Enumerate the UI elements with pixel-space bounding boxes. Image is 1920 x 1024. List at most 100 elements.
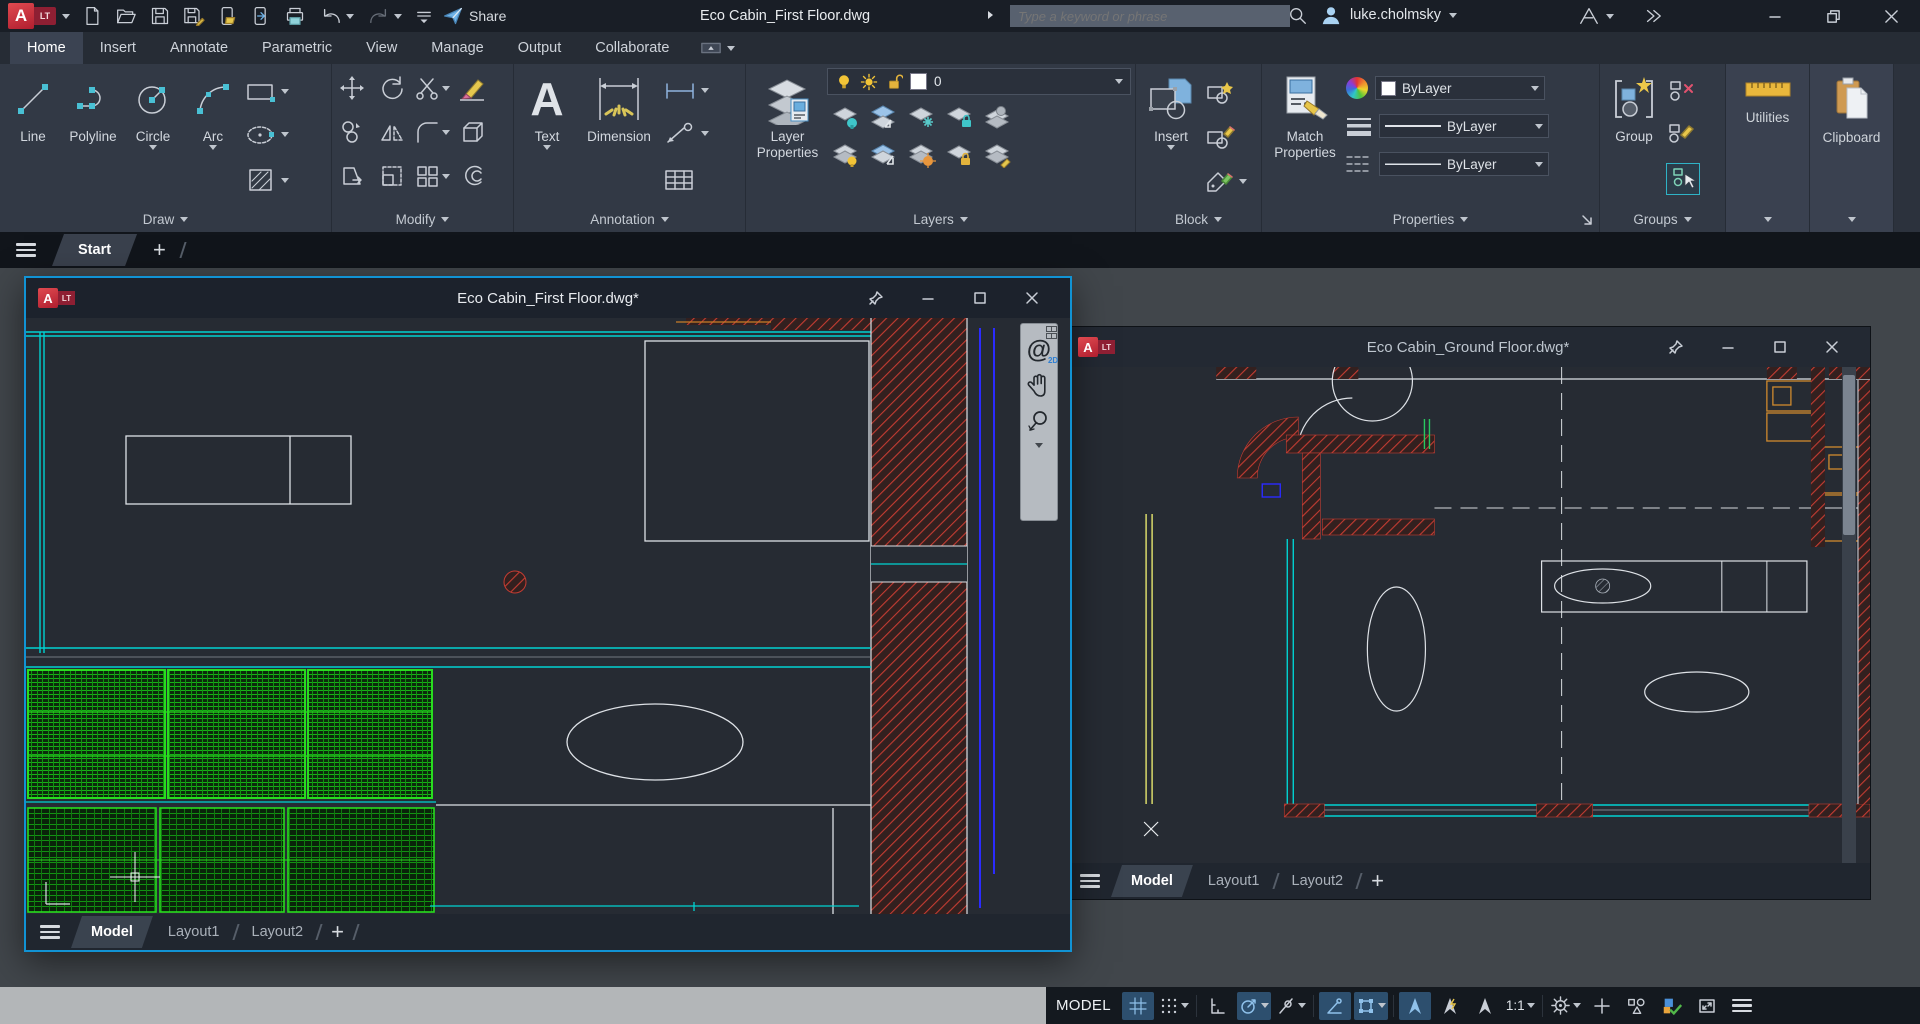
stretch-button[interactable] [339, 163, 365, 189]
block-panel-label[interactable]: Block [1136, 206, 1261, 232]
annotation-scale-button[interactable]: 1:1 [1504, 992, 1537, 1020]
window2-tab-model[interactable]: Model [1111, 865, 1193, 897]
window2-minimize-button[interactable] [1702, 327, 1754, 367]
layer-lock-icon[interactable] [945, 104, 975, 130]
start-tab[interactable]: Start [52, 234, 137, 266]
object-snap-tracking-toggle[interactable] [1319, 992, 1351, 1020]
share-button[interactable]: Share [443, 6, 506, 26]
file-tab-menu-button[interactable] [16, 243, 36, 257]
tab-parametric[interactable]: Parametric [245, 32, 349, 64]
rectangle-button[interactable] [244, 80, 289, 104]
leader-button[interactable] [662, 122, 709, 146]
layer-previous-icon[interactable] [907, 142, 937, 168]
search-icon[interactable] [1288, 6, 1308, 26]
layer-on-bulb-icon[interactable] [835, 73, 853, 91]
save-to-web-mobile-button[interactable] [251, 6, 271, 26]
layer-select-combo[interactable]: 0 [827, 68, 1131, 95]
layer-on-off-icon[interactable] [831, 142, 861, 168]
autodesk-app-button[interactable] [1578, 5, 1614, 27]
circle-dropdown-icon[interactable] [149, 145, 157, 150]
fillet-button[interactable] [414, 119, 450, 145]
ungroup-button[interactable] [1666, 79, 1700, 103]
group-edit-button[interactable] [1666, 121, 1700, 145]
window1-close-button[interactable] [1006, 278, 1058, 318]
layer-freeze-icon[interactable] [907, 104, 937, 130]
open-button[interactable] [115, 6, 137, 26]
plot-button[interactable] [284, 6, 306, 26]
line-button[interactable]: Line [4, 68, 62, 206]
app-restore-button[interactable] [1804, 0, 1862, 32]
group-selection-toggle[interactable] [1666, 163, 1700, 195]
window2-close-button[interactable] [1806, 327, 1858, 367]
layer-match-icon[interactable] [869, 142, 899, 168]
move-button[interactable] [339, 75, 365, 101]
offset-button[interactable] [459, 163, 485, 189]
layer-unlock-icon[interactable] [885, 73, 903, 91]
window2-scrollbar-thumb[interactable] [1843, 375, 1855, 535]
window2-maximize-button[interactable] [1754, 327, 1806, 367]
window-ground-floor[interactable]: ALT Eco Cabin_Ground Floor.dwg* [1065, 326, 1871, 900]
scale-dropdown-icon[interactable] [1527, 1003, 1535, 1008]
model-space-label[interactable]: MODEL [1056, 997, 1111, 1014]
layer-isolate-icon[interactable] [831, 104, 861, 130]
isolate-objects-button[interactable] [1621, 992, 1653, 1020]
tab-view[interactable]: View [349, 32, 414, 64]
edit-attributes-button[interactable] [1204, 169, 1247, 195]
annotation-autoscale-toggle[interactable] [1434, 992, 1466, 1020]
dim-linear-button[interactable] [662, 81, 709, 101]
search-input[interactable] [1010, 5, 1290, 27]
overflow-chevrons-button[interactable] [1642, 7, 1664, 25]
create-block-button[interactable] [1204, 79, 1247, 105]
open-from-web-mobile-button[interactable] [218, 6, 238, 26]
tab-manage[interactable]: Manage [414, 32, 500, 64]
customize-qat-button[interactable] [415, 8, 433, 24]
object-snap-toggle[interactable] [1354, 992, 1388, 1020]
window1-tab-menu-button[interactable] [40, 925, 60, 939]
window2-tab-layout1[interactable]: Layout1 [1204, 866, 1264, 896]
undo-dropdown-icon[interactable] [346, 14, 354, 19]
array-button[interactable] [414, 163, 450, 189]
window1-pin-button[interactable] [850, 278, 902, 318]
tab-collaborate[interactable]: Collaborate [578, 32, 686, 64]
workspace-dropdown-icon[interactable] [1573, 1003, 1581, 1008]
save-button[interactable] [150, 6, 170, 26]
navbar-dropdown-icon[interactable] [1035, 443, 1043, 448]
object-color-combo[interactable]: ByLayer [1375, 76, 1545, 100]
trim-button[interactable] [414, 75, 450, 101]
polyline-button[interactable]: Polyline [64, 68, 122, 206]
account-menu[interactable]: luke.cholmsky [1320, 4, 1457, 26]
graphics-performance-button[interactable] [1656, 992, 1688, 1020]
customization-button[interactable] [1586, 992, 1618, 1020]
app-close-button[interactable] [1862, 0, 1920, 32]
properties-panel-label[interactable]: Properties [1262, 206, 1599, 232]
app-minimize-button[interactable] [1746, 0, 1804, 32]
layer-thaw-sun-icon[interactable] [860, 73, 878, 91]
draw-panel-label[interactable]: Draw [0, 206, 331, 232]
erase-button[interactable] [458, 75, 486, 101]
leader-dropdown-icon[interactable] [701, 131, 709, 136]
hatch-dropdown-icon[interactable] [281, 178, 289, 183]
window2-pin-button[interactable] [1650, 327, 1702, 367]
layer-color-swatch[interactable] [910, 73, 927, 90]
tab-home[interactable]: Home [10, 32, 83, 64]
window1-new-layout-button[interactable]: + [331, 921, 344, 943]
rotate-button[interactable] [379, 75, 405, 101]
new-file-button[interactable] [82, 6, 102, 26]
new-drawing-tab-button[interactable]: + [153, 239, 166, 261]
copy-button[interactable] [339, 119, 365, 145]
status-bar-menu-button[interactable] [1726, 992, 1758, 1020]
workspace-switching-button[interactable] [1548, 992, 1583, 1020]
dim-linear-dropdown-icon[interactable] [701, 88, 709, 93]
window2-canvas[interactable] [1066, 367, 1870, 863]
snap-toggle[interactable] [1157, 992, 1191, 1020]
trim-dropdown-icon[interactable] [442, 86, 450, 91]
redo-dropdown-icon[interactable] [394, 14, 402, 19]
grid-toggle[interactable] [1122, 992, 1154, 1020]
polar-tracking-toggle[interactable] [1237, 992, 1271, 1020]
linetype-combo[interactable]: ByLayer [1379, 152, 1549, 176]
hatch-button[interactable] [244, 166, 289, 194]
annotation-scale-sync[interactable] [1469, 992, 1501, 1020]
groups-panel-label[interactable]: Groups [1600, 206, 1725, 232]
annotation-visibility-toggle[interactable] [1399, 992, 1431, 1020]
isodraft-toggle[interactable] [1274, 992, 1308, 1020]
